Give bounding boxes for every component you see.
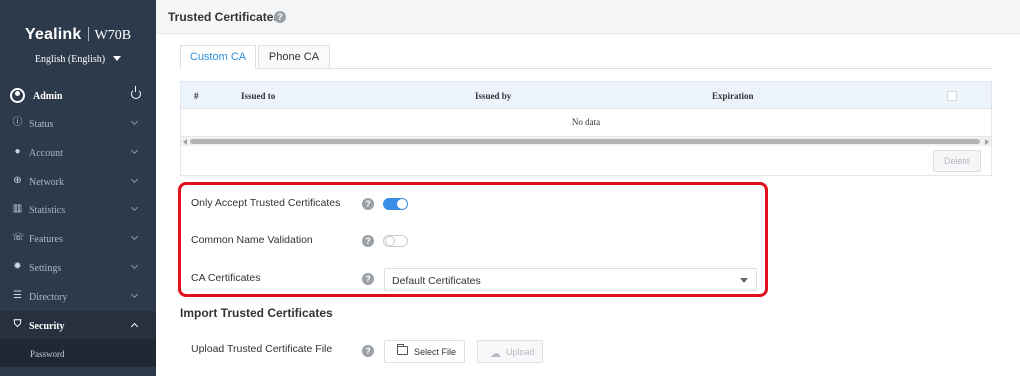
table-scrollbar[interactable] (181, 136, 991, 146)
column-header-issued-to: Issued to (241, 91, 276, 101)
upload-button[interactable]: ☁ Upload (477, 340, 543, 363)
help-icon[interactable]: ? (362, 345, 374, 357)
upload-label: Upload (506, 347, 535, 357)
help-icon[interactable]: ? (362, 198, 374, 210)
power-icon[interactable] (131, 86, 141, 99)
sidebar-subitem-password[interactable]: Password (0, 339, 156, 368)
main-content: Trusted Certificates ? Custom CA Phone C… (156, 0, 1020, 376)
scroll-right-icon[interactable] (985, 139, 989, 145)
sidebar-item-status[interactable]: ⓘ Status (0, 109, 156, 138)
sidebar-item-label: Account (29, 147, 63, 159)
only-accept-toggle[interactable] (383, 198, 408, 210)
import-section-title: Import Trusted Certificates (180, 306, 333, 320)
gear-icon: ✹ (13, 260, 22, 272)
tab-phone-ca[interactable]: Phone CA (258, 45, 330, 69)
column-header-issued-by: Issued by (475, 91, 512, 101)
sidebar-item-features[interactable]: ☏ Features (0, 224, 156, 253)
language-label: English (English) (34, 54, 106, 65)
sidebar-item-security[interactable]: ⛉ Security (0, 310, 156, 340)
brand-logo: Yealink (24, 26, 82, 43)
sidebar-item-label: Settings (29, 262, 62, 274)
select-file-button[interactable]: Select File (384, 340, 465, 363)
ca-certificates-value: Default Certificates (392, 275, 481, 287)
sidebar-nav: ⓘ Status ● Account ⊕ Network ▥ Statistic… (0, 109, 156, 368)
column-header-index: # (194, 91, 199, 101)
user-circle-icon (10, 88, 25, 103)
globe-icon: ⊕ (13, 174, 22, 186)
table-empty-text: No data (571, 117, 601, 127)
certificates-table: # Issued to Issued by Expiration No data… (180, 81, 992, 176)
phone-icon: ☏ (12, 232, 25, 244)
chevron-down-icon (130, 233, 139, 241)
sidebar-item-label: Directory (29, 291, 68, 303)
sidebar-item-network[interactable]: ⊕ Network (0, 167, 156, 196)
sidebar-item-label: Network (29, 176, 64, 188)
sidebar-item-label: Statistics (29, 205, 66, 217)
only-accept-label: Only Accept Trusted Certificates (191, 197, 341, 209)
tab-custom-ca[interactable]: Custom CA (180, 45, 256, 69)
caret-down-icon (113, 56, 122, 61)
sidebar-item-account[interactable]: ● Account (0, 138, 156, 167)
sidebar-item-statistics[interactable]: ▥ Statistics (0, 195, 156, 224)
sidebar-item-label: Security (29, 320, 65, 332)
scroll-left-icon[interactable] (183, 139, 187, 145)
sidebar-item-directory[interactable]: ☰ Directory (0, 282, 156, 311)
admin-row: Admin (0, 85, 156, 109)
chevron-up-icon (130, 322, 139, 330)
ca-certificates-select[interactable]: Default Certificates (384, 268, 757, 291)
chevron-down-icon (130, 146, 139, 154)
column-header-expiration: Expiration (712, 91, 754, 101)
table-header: # Issued to Issued by Expiration (181, 82, 991, 109)
sidebar-item-label: Status (29, 119, 54, 130)
user-icon: ● (14, 145, 21, 157)
common-name-toggle[interactable] (383, 235, 408, 247)
brand-separator (87, 27, 89, 41)
common-name-label: Common Name Validation (191, 234, 313, 246)
contacts-icon: ☰ (13, 289, 22, 301)
sidebar-item-label: Features (29, 234, 63, 246)
toggle-knob (397, 199, 407, 209)
chevron-down-icon (130, 204, 139, 212)
sidebar: Yealink W70B English (English) Admin ⓘ St… (0, 0, 156, 376)
bar-chart-icon: ▥ (12, 203, 23, 215)
caret-down-icon (740, 278, 748, 283)
chevron-down-icon (130, 117, 139, 126)
select-file-label: Select File (414, 347, 457, 357)
chevron-down-icon (130, 290, 139, 298)
scrollbar-thumb[interactable] (190, 139, 980, 144)
sidebar-subitem-label: Password (30, 349, 65, 360)
help-icon[interactable]: ? (362, 235, 374, 247)
admin-name: Admin (33, 91, 63, 102)
sidebar-item-settings[interactable]: ✹ Settings (0, 253, 156, 282)
info-icon: ⓘ (12, 117, 23, 128)
delete-button[interactable]: Delete (933, 150, 981, 172)
cloud-upload-icon: ☁ (490, 348, 501, 360)
tab-bar: Custom CA Phone CA (180, 45, 992, 69)
toggle-knob (385, 236, 395, 246)
page-header: Trusted Certificates ? (156, 0, 1020, 34)
help-icon[interactable]: ? (362, 273, 374, 285)
device-model: W70B (94, 28, 132, 43)
upload-file-label: Upload Trusted Certificate File (191, 343, 333, 355)
ca-certificates-label: CA Certificates (191, 272, 261, 284)
language-select[interactable]: English (English) (0, 54, 156, 65)
brand: Yealink W70B (0, 26, 156, 44)
shield-icon: ⛉ (13, 318, 22, 330)
select-all-checkbox[interactable] (947, 91, 957, 101)
chevron-down-icon (130, 175, 139, 183)
chevron-down-icon (130, 261, 139, 270)
page-title: Trusted Certificates (168, 10, 281, 24)
folder-icon (397, 344, 408, 355)
help-icon[interactable]: ? (274, 11, 286, 23)
